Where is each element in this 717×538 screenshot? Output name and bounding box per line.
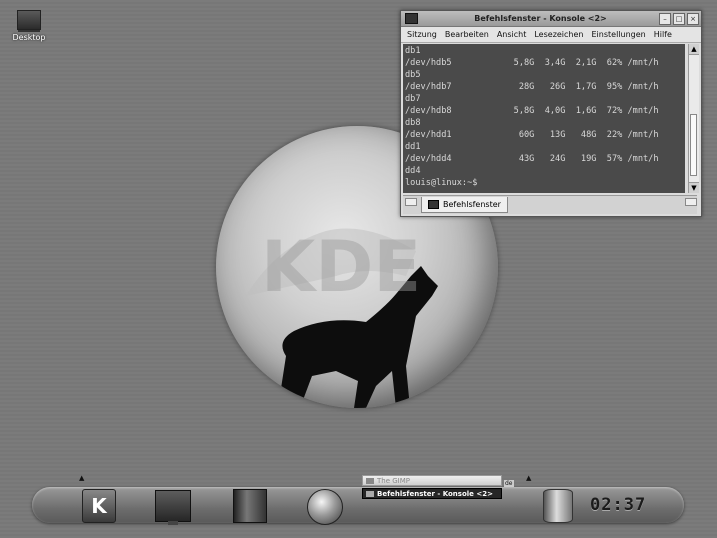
svg-text:KDE: KDE [261,226,421,308]
terminal-line: dd1 [405,142,421,152]
monitor-icon [17,10,41,30]
terminal-line: /dev/hdd1 60G 13G 48G 22% /mnt/h [405,130,659,140]
session-tab[interactable]: Befehlsfenster [421,197,508,213]
terminal-line: db8 [405,118,421,128]
close-session-icon[interactable] [685,198,697,206]
menu-ansicht[interactable]: Ansicht [497,30,527,39]
task-konsole[interactable]: Befehlsfenster - Konsole <2> [362,488,502,499]
panel-arrow-icon: ▲ [79,474,85,482]
menu-einstellungen[interactable]: Einstellungen [592,30,646,39]
terminal-icon [366,491,374,497]
desktop-pager[interactable]: de [504,480,514,487]
maximize-icon[interactable]: □ [673,12,685,25]
scrollbar-thumb[interactable] [690,114,697,176]
terminal-line: /dev/hdb7 28G 26G 1,7G 95% /mnt/h [405,82,659,92]
session-tab-label: Befehlsfenster [443,200,501,209]
terminal-line: db7 [405,94,421,104]
web-browser-icon[interactable] [307,489,343,525]
menu-bearbeiten[interactable]: Bearbeiten [445,30,489,39]
terminal-line: /dev/hdb5 5,8G 3,4G 2,1G 62% /mnt/h [405,58,659,68]
trash-icon[interactable] [543,489,573,523]
konsole-app-icon[interactable] [405,13,418,24]
scroll-down-icon[interactable]: ▼ [689,182,699,193]
menu-bar: Sitzung Bearbeiten Ansicht Lesezeichen E… [401,27,701,43]
gimp-icon [366,478,374,484]
clock[interactable]: 02:37 [590,495,646,515]
task-label: The GIMP [377,477,410,485]
new-session-icon[interactable] [405,198,417,206]
terminal-icon [428,200,439,209]
menu-hilfe[interactable]: Hilfe [654,30,672,39]
menu-lesezeichen[interactable]: Lesezeichen [534,30,583,39]
panel-arrow-icon: ▲ [526,474,532,482]
desktop-icon-label: Desktop [12,33,46,42]
terminal-output[interactable]: db1 /dev/hdb5 5,8G 3,4G 2,1G 62% /mnt/h … [403,44,685,193]
task-gimp[interactable]: The GIMP [362,475,502,486]
terminal-scrollbar[interactable]: ▲ ▼ [688,44,699,193]
window-title: Befehlsfenster - Konsole <2> [474,14,607,23]
taskbar-tasklist: The GIMP Befehlsfenster - Konsole <2> [362,475,502,499]
terminal-line: dd4 [405,166,421,176]
kmenu-button[interactable]: K [82,489,116,523]
minimize-icon[interactable]: – [659,12,671,25]
window-titlebar[interactable]: Befehlsfenster - Konsole <2> – □ × [401,11,701,27]
close-icon[interactable]: × [687,12,699,25]
scroll-up-icon[interactable]: ▲ [689,44,699,55]
terminal-line: db5 [405,70,421,80]
kicker-panel [32,487,684,523]
terminal-prompt: louis@linux:~$ [405,178,478,188]
terminal-line: /dev/hdd4 43G 24G 19G 57% /mnt/h [405,154,659,164]
terminal-line: /dev/hdb8 5,8G 4,0G 1,6G 72% /mnt/h [405,106,659,116]
task-label: Befehlsfenster - Konsole <2> [377,490,493,498]
konsole-window[interactable]: Befehlsfenster - Konsole <2> – □ × Sitzu… [400,10,702,217]
terminal-line: db1 [405,46,421,56]
file-manager-icon[interactable] [233,489,267,523]
menu-sitzung[interactable]: Sitzung [407,30,437,39]
terminal-launcher-icon[interactable] [155,490,191,525]
desktop-icon[interactable]: Desktop [8,10,50,42]
session-tabbar: Befehlsfenster [403,195,697,214]
